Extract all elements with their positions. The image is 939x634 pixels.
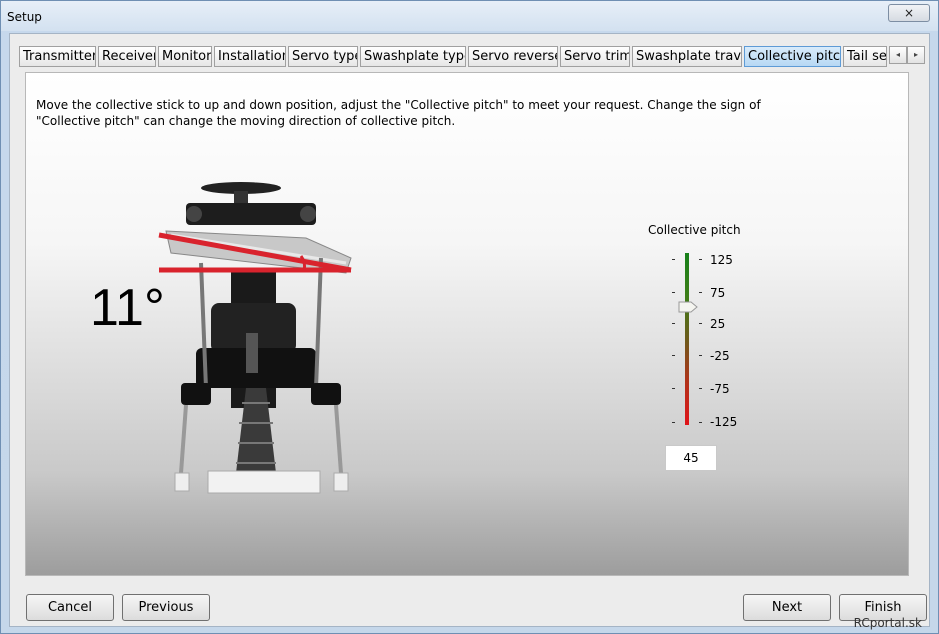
tick-left xyxy=(672,292,675,293)
close-button[interactable]: × xyxy=(888,4,930,22)
tab-receiver[interactable]: Receiver xyxy=(98,46,156,67)
scale-label: 25 xyxy=(710,317,726,331)
watermark-text: RCportal.sk xyxy=(853,616,922,630)
scale-label: 125 xyxy=(710,253,733,267)
tick-left xyxy=(672,355,675,356)
tick-left xyxy=(672,388,675,389)
tick-right xyxy=(699,422,702,423)
tick-right xyxy=(699,323,702,324)
angle-readout: 11° xyxy=(90,279,165,337)
tick-right xyxy=(699,292,702,293)
scale-label: -75 xyxy=(710,382,730,396)
slider-thumb[interactable] xyxy=(678,301,698,313)
collective-pitch-value-field[interactable]: 45 xyxy=(665,445,717,471)
instruction-text: Move the collective stick to up and down… xyxy=(36,98,761,128)
scale-label: -25 xyxy=(710,349,730,363)
collective-pitch-slider[interactable]: 125 75 25 -25 -75 -125 xyxy=(666,251,766,441)
tab-swashplate-travel[interactable]: Swashplate travel xyxy=(632,46,742,67)
tab-tail-setup[interactable]: Tail se xyxy=(843,46,887,67)
tab-monitor[interactable]: Monitor xyxy=(158,46,212,67)
tab-transmitter[interactable]: Transmitter xyxy=(19,46,96,67)
scale-label: 75 xyxy=(710,286,726,300)
tab-servo-trim[interactable]: Servo trim xyxy=(560,46,630,67)
slider-track[interactable] xyxy=(685,253,689,425)
tab-collective-pitch[interactable]: Collective pitch xyxy=(744,46,841,67)
cancel-button[interactable]: Cancel xyxy=(26,594,114,621)
helicopter-head-illustration xyxy=(158,182,352,494)
next-button[interactable]: Next xyxy=(743,594,831,621)
tab-servo-type[interactable]: Servo type xyxy=(288,46,358,67)
tab-installation[interactable]: Installation xyxy=(214,46,286,67)
tick-right xyxy=(699,355,702,356)
setup-window: Setup × Transmitter Receiver Monitor Ins… xyxy=(0,0,939,634)
title-bar: Setup × xyxy=(1,1,938,31)
tab-swashplate-type[interactable]: Swashplate type xyxy=(360,46,466,67)
window-title: Setup xyxy=(7,10,42,24)
tab-scroll-left-icon[interactable]: ◂ xyxy=(889,46,907,64)
collective-pitch-label: Collective pitch xyxy=(648,223,741,237)
previous-button[interactable]: Previous xyxy=(122,594,210,621)
tab-strip: Transmitter Receiver Monitor Installatio… xyxy=(19,46,927,68)
tab-scroll-right-icon[interactable]: ▸ xyxy=(907,46,925,64)
tick-right xyxy=(699,259,702,260)
tick-right xyxy=(699,388,702,389)
content-area: Transmitter Receiver Monitor Installatio… xyxy=(9,33,930,627)
tick-left xyxy=(672,422,675,423)
scale-label: -125 xyxy=(710,415,738,429)
tick-left xyxy=(672,259,675,260)
collective-pitch-panel: Move the collective stick to up and down… xyxy=(25,72,909,576)
tick-left xyxy=(672,323,675,324)
tab-servo-reverse[interactable]: Servo reverse xyxy=(468,46,558,67)
